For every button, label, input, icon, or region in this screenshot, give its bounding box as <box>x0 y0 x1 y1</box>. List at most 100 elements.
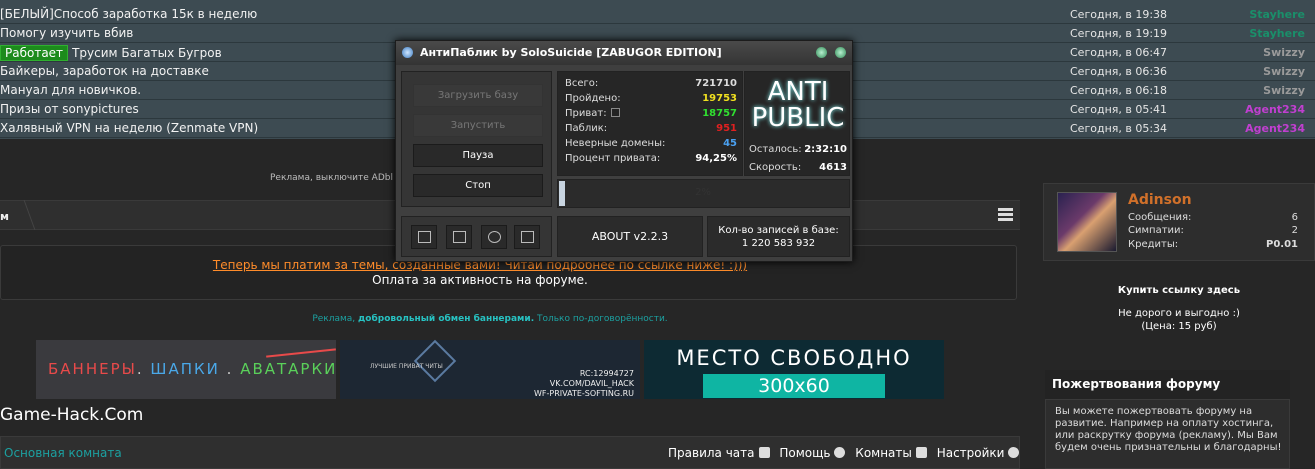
minimize-icon[interactable] <box>816 47 827 58</box>
progress-text: 2% <box>695 187 711 198</box>
logo-anti: ANTI <box>767 77 829 107</box>
thread-last-poster[interactable]: Swizzy <box>1205 84 1305 97</box>
buy-link[interactable]: Купить ссылку здесь <box>1043 285 1315 296</box>
stat-value: 18757 <box>702 108 737 119</box>
thread-title[interactable]: Помогу изучить вбив <box>0 26 133 40</box>
menu-icon[interactable] <box>998 208 1013 221</box>
thread-last-poster[interactable]: Stayhere <box>1205 8 1305 21</box>
banner-design-part: . <box>219 360 241 378</box>
logo-public: PUBLIC <box>751 103 845 133</box>
thread-last-poster[interactable]: Stayhere <box>1205 27 1305 40</box>
banner-cheats[interactable]: ЛУЧШИЕ ПРИВАТ ЧИТЫ RC:12994727 VK.COM/DA… <box>340 339 640 399</box>
banner-cheats-rc: RC:12994727 <box>579 369 634 378</box>
banner-design-part: БАННЕРЫ <box>48 360 137 378</box>
thread-title[interactable]: Призы от sonypictures <box>0 102 139 116</box>
banner-design-part: ШАПКИ <box>150 360 220 378</box>
thread-date: Сегодня, в 19:19 <box>1070 27 1168 40</box>
book-icon[interactable] <box>758 447 770 458</box>
thread-date: Сегодня, в 19:38 <box>1070 8 1168 21</box>
load-base-button[interactable]: Загрузить базу <box>413 84 543 107</box>
thread-last-poster[interactable]: Swizzy <box>1205 46 1305 59</box>
breadcrumb[interactable]: м <box>0 210 9 223</box>
thread-title-text[interactable]: Призы от sonypictures <box>0 102 139 116</box>
thread-title-text[interactable]: Трусим Багатых Бугров <box>72 46 222 60</box>
folder-button[interactable] <box>514 225 540 249</box>
stat-private: Приват: 18757 <box>565 108 737 122</box>
profile-stat-messages: Сообщения: 6 <box>1128 212 1298 223</box>
avatar[interactable] <box>1057 192 1117 252</box>
chevron-down-icon[interactable] <box>1008 447 1020 458</box>
banner-free-size: 300x60 <box>703 374 885 398</box>
close-icon[interactable] <box>835 47 846 58</box>
mail-button[interactable] <box>446 225 472 249</box>
stat-label: Всего: <box>565 78 599 89</box>
remaining-time: Осталось: 2:32:10 <box>749 144 847 155</box>
stat-value: 94,25% <box>695 153 737 164</box>
list-icon[interactable] <box>915 447 927 458</box>
thread-title-text[interactable]: [БЕЛЫЙ]Способ заработка 15к в неделю <box>0 7 257 21</box>
stat-value: 721710 <box>695 78 737 89</box>
ad-line-suffix: Только по-договорённости. <box>534 314 668 324</box>
start-button[interactable]: Запустить <box>413 114 543 137</box>
thread-title[interactable]: Работает Трусим Багатых Бугров <box>0 45 222 61</box>
stop-button[interactable]: Стоп <box>413 174 543 197</box>
info-button[interactable] <box>481 225 507 249</box>
thread-title[interactable]: Халявный VPN на неделю (Zenmate VPN) <box>0 121 258 135</box>
banner-cheats-tagline: ЛУЧШИЕ ПРИВАТ ЧИТЫ <box>370 363 443 370</box>
thread-last-poster[interactable]: Agent234 <box>1205 103 1305 116</box>
chat-room-tab[interactable]: Основная комната <box>4 446 122 460</box>
thread-title-text[interactable]: Мануал для новичков. <box>0 83 141 97</box>
thread-title[interactable]: [БЕЛЫЙ]Способ заработка 15к в неделю <box>0 7 257 21</box>
banner-cheats-contacts: RC:12994727 VK.COM/DAVIL_HACK WF-PRIVATE… <box>534 369 634 399</box>
remaining-value: 2:32:10 <box>804 144 847 155</box>
window-title: АнтиПаблик by SoloSuicide [ZABUGOR EDITI… <box>420 46 722 59</box>
ad-exchange-line: Реклама, добровольный обмен баннерами. Т… <box>0 314 980 324</box>
thread-row[interactable]: [БЕЛЫЙ]Способ заработка 15к в неделю Сего… <box>0 5 1315 24</box>
chat-settings-link[interactable]: Настройки <box>937 446 1005 460</box>
record-count-value: 1 220 583 932 <box>741 238 816 249</box>
donation-title: Пожертвования форуму <box>1052 377 1221 391</box>
help-icon[interactable] <box>834 447 846 458</box>
folder-icon <box>521 231 534 243</box>
thread-title-text[interactable]: Байкеры, заработок на доставке <box>0 64 209 78</box>
banner-free-slot[interactable]: МЕСТО СВОБОДНО 300x60 <box>644 340 944 399</box>
chat-help-link[interactable]: Помощь <box>779 446 830 460</box>
ad-line-link[interactable]: добровольный обмен баннерами. <box>358 314 534 324</box>
notepad-button[interactable] <box>411 225 437 249</box>
chat-rules-link[interactable]: Правила чата <box>668 446 755 460</box>
thread-title[interactable]: Байкеры, заработок на доставке <box>0 64 209 78</box>
stat-bad-domains: Неверные домены: 45 <box>565 138 737 152</box>
profile-stat-label: Симпатии: <box>1128 225 1184 236</box>
app-icon <box>402 47 413 58</box>
profile-stat-likes: Симпатии: 2 <box>1128 225 1298 236</box>
chat-rooms-link[interactable]: Комнаты <box>855 446 912 460</box>
stat-passed: Пройдено: 19753 <box>565 93 737 107</box>
notepad-icon <box>418 231 431 243</box>
thread-date: Сегодня, в 05:41 <box>1070 103 1168 116</box>
profile-username[interactable]: Adinson <box>1128 192 1192 208</box>
banner-design-part: АВАТАРКИ <box>240 360 338 378</box>
status-badge: Работает <box>0 45 69 61</box>
profile-stat-value: 2 <box>1291 225 1298 236</box>
window-titlebar[interactable]: АнтиПаблик by SoloSuicide [ZABUGOR EDITI… <box>396 41 852 65</box>
remaining-label: Осталось: <box>749 144 802 155</box>
thread-date: Сегодня, в 06:36 <box>1070 65 1168 78</box>
banner-design-stroke <box>266 348 336 358</box>
antipublic-window[interactable]: АнтиПаблик by SoloSuicide [ZABUGOR EDITI… <box>395 40 853 262</box>
thread-title-text[interactable]: Помогу изучить вбив <box>0 26 133 40</box>
thread-title-text[interactable]: Халявный VPN на неделю (Zenmate VPN) <box>0 121 258 135</box>
record-count: Кол-во записей в базе: 1 220 583 932 <box>707 216 850 257</box>
private-checkbox[interactable] <box>610 108 620 117</box>
profile-stat-credits: Кредиты: Р0.01 <box>1128 239 1298 250</box>
about-button[interactable]: ABOUT v2.2.3 <box>557 216 703 257</box>
thread-title[interactable]: Мануал для новичков. <box>0 83 141 97</box>
profile-stat-value: Р0.01 <box>1265 239 1298 250</box>
thread-last-poster[interactable]: Agent234 <box>1205 122 1305 135</box>
notice-text: Оплата за активность на форуме. <box>372 273 588 287</box>
record-count-label: Кол-во записей в базе: <box>718 225 839 236</box>
stat-label: Пройдено: <box>565 93 621 104</box>
pause-button[interactable]: Пауза <box>413 144 543 167</box>
thread-last-poster[interactable]: Swizzy <box>1205 65 1305 78</box>
banner-design[interactable]: БАННЕРЫ. ШАПКИ . АВАТАРКИ <box>36 340 336 399</box>
banner-design-text: БАННЕРЫ. ШАПКИ . АВАТАРКИ <box>48 360 337 378</box>
